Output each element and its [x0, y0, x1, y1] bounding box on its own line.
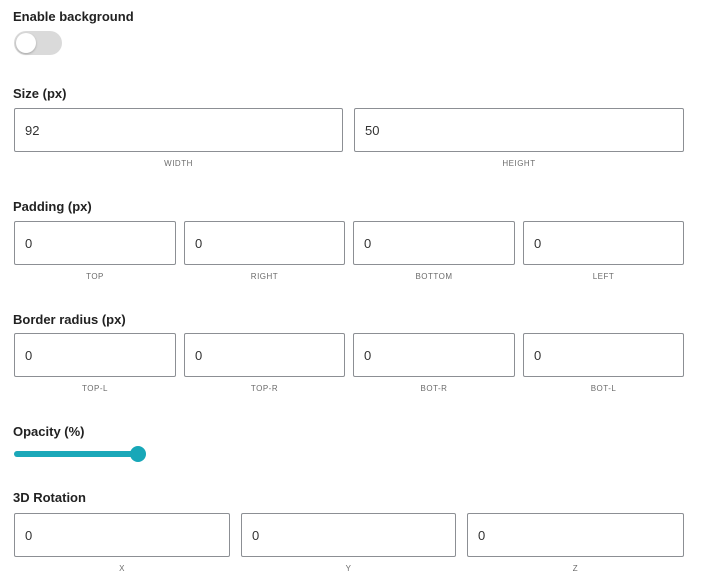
- rotation-x-caption: X: [119, 564, 125, 573]
- padding-bottom-field: BOTTOM: [353, 221, 515, 281]
- opacity-slider[interactable]: [14, 446, 146, 462]
- radius-top-right-field: TOP-R: [184, 333, 345, 393]
- rotation-x-field: X: [14, 513, 230, 573]
- rotation-label: 3D Rotation: [13, 490, 86, 505]
- enable-background-label: Enable background: [13, 9, 134, 24]
- rotation-z-input[interactable]: [467, 513, 684, 557]
- size-height-caption: HEIGHT: [502, 159, 536, 168]
- radius-bottom-right-field: BOT-R: [353, 333, 515, 393]
- padding-right-field: RIGHT: [184, 221, 345, 281]
- radius-bottom-left-input[interactable]: [523, 333, 684, 377]
- radius-top-right-caption: TOP-R: [250, 384, 279, 393]
- radius-bottom-right-input[interactable]: [353, 333, 515, 377]
- size-label: Size (px): [13, 86, 67, 101]
- opacity-slider-fill: [14, 451, 138, 457]
- size-height-input[interactable]: [354, 108, 684, 152]
- rotation-z-caption: Z: [572, 564, 579, 573]
- rotation-y-input[interactable]: [241, 513, 456, 557]
- padding-top-field: TOP: [14, 221, 176, 281]
- radius-top-left-caption: TOP-L: [82, 384, 108, 393]
- padding-left-field: LEFT: [523, 221, 684, 281]
- padding-top-input[interactable]: [14, 221, 176, 265]
- radius-bottom-left-caption: BOT-L: [590, 384, 617, 393]
- rotation-y-field: Y: [241, 513, 456, 573]
- radius-bottom-right-caption: BOT-R: [420, 384, 448, 393]
- rotation-z-field: Z: [467, 513, 684, 573]
- size-width-caption: WIDTH: [164, 159, 193, 168]
- padding-left-input[interactable]: [523, 221, 684, 265]
- padding-left-caption: LEFT: [592, 272, 615, 281]
- padding-bottom-caption: BOTTOM: [415, 272, 453, 281]
- size-height-field: HEIGHT: [354, 108, 684, 168]
- border-radius-label: Border radius (px): [13, 312, 126, 327]
- size-width-field: WIDTH: [14, 108, 343, 168]
- size-width-input[interactable]: [14, 108, 343, 152]
- radius-top-right-input[interactable]: [184, 333, 345, 377]
- toggle-knob: [16, 33, 36, 53]
- rotation-y-caption: Y: [345, 564, 352, 573]
- radius-top-left-field: TOP-L: [14, 333, 176, 393]
- rotation-x-input[interactable]: [14, 513, 230, 557]
- padding-bottom-input[interactable]: [353, 221, 515, 265]
- opacity-label: Opacity (%): [13, 424, 85, 439]
- padding-right-input[interactable]: [184, 221, 345, 265]
- radius-top-left-input[interactable]: [14, 333, 176, 377]
- padding-right-caption: RIGHT: [250, 272, 279, 281]
- enable-background-toggle[interactable]: [14, 31, 62, 55]
- radius-bottom-left-field: BOT-L: [523, 333, 684, 393]
- padding-label: Padding (px): [13, 199, 92, 214]
- padding-top-caption: TOP: [86, 272, 104, 281]
- opacity-slider-thumb[interactable]: [130, 446, 146, 462]
